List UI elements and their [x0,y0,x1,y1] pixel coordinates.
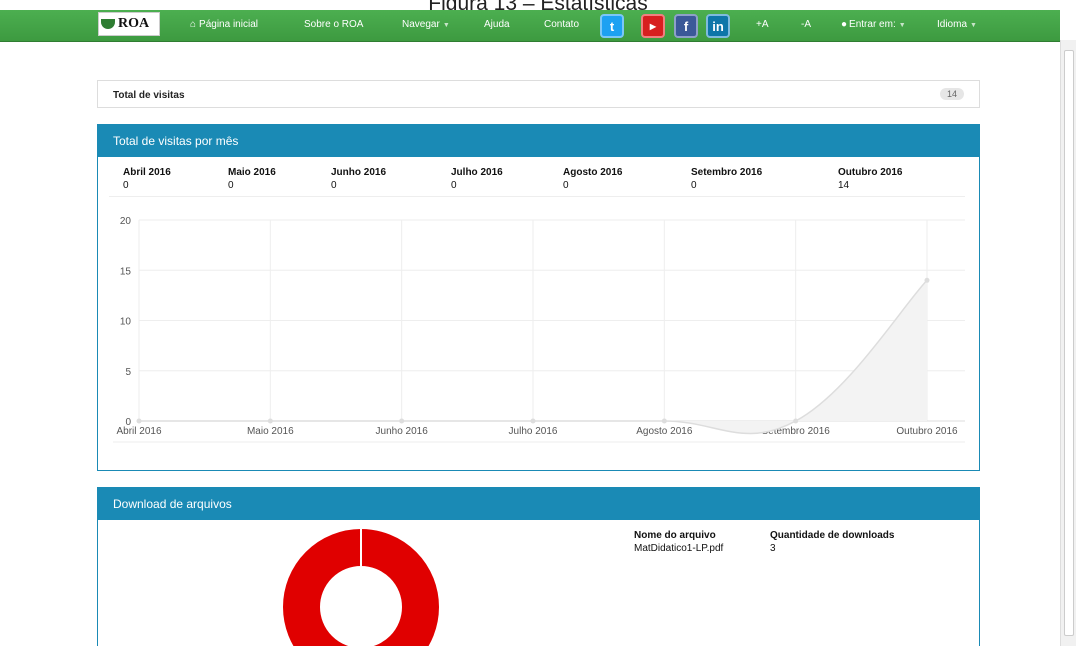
x-tick-label: Agosto 2016 [636,426,693,437]
y-tick-label: 5 [125,367,131,378]
y-tick-label: 10 [120,317,132,328]
visits-data-point [530,418,536,424]
y-tick-label: 20 [120,216,132,227]
x-tick-label: Maio 2016 [247,426,294,437]
charts-layer: 05101520Abril 2016 Maio 2016 Junho 2016 Jul… [113,216,965,646]
visits-data-point [793,418,799,424]
visits-data-point [399,418,405,424]
x-tick-label: Outubro 2016 [896,426,958,437]
x-tick-label: Junho 2016 [376,426,429,437]
visits-data-point [924,277,930,283]
x-tick-label: Abril 2016 [116,426,161,437]
visits-data-point [267,418,273,424]
visits-data-point [136,418,142,424]
visits-data-point [661,418,667,424]
y-tick-label: 15 [120,266,132,277]
x-tick-label: Julho 2016 [509,426,558,437]
